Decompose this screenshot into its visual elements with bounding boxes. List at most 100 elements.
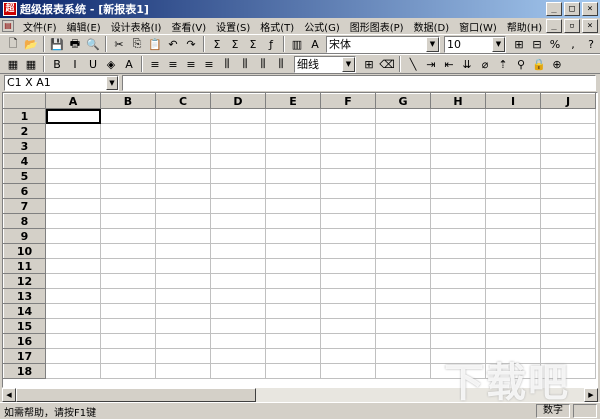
grid-cell[interactable]	[45, 303, 101, 319]
grid-cell[interactable]	[45, 258, 101, 274]
grid-cell[interactable]	[540, 153, 596, 169]
font-size-select[interactable]: 10 ▼	[444, 35, 506, 53]
chart-icon[interactable]: ▥	[288, 35, 306, 53]
grid-cell[interactable]	[265, 273, 321, 289]
sum-icon[interactable]: Σ	[208, 35, 226, 53]
column-header[interactable]: B	[100, 93, 156, 109]
chevron-down-icon[interactable]: ▼	[426, 36, 439, 52]
grid-cell[interactable]	[540, 363, 596, 379]
grid-cell[interactable]	[375, 213, 431, 229]
function-icon[interactable]: ƒ	[262, 35, 280, 53]
row-header[interactable]: 3	[3, 138, 46, 154]
grid-cell[interactable]	[540, 198, 596, 214]
line-style-select[interactable]: 细线 ▼	[294, 55, 356, 73]
grid-cell[interactable]	[430, 333, 486, 349]
grid-cell[interactable]	[430, 153, 486, 169]
grid-cell[interactable]	[430, 213, 486, 229]
grid-cell[interactable]	[265, 108, 321, 124]
grid-cell[interactable]	[375, 123, 431, 139]
row-header[interactable]: 18	[3, 363, 46, 379]
grid-cell[interactable]	[210, 288, 266, 304]
row-header[interactable]: 9	[3, 228, 46, 244]
grid-cell[interactable]	[540, 243, 596, 259]
grid-cell[interactable]	[320, 273, 376, 289]
grid-cell[interactable]	[45, 228, 101, 244]
menu-settings[interactable]: 设置(S)	[211, 19, 255, 34]
insert-col-icon[interactable]: ⇊	[458, 55, 476, 73]
grid-cell[interactable]	[100, 363, 156, 379]
row-header[interactable]: 2	[3, 123, 46, 139]
minimize-button[interactable]: _	[546, 2, 562, 16]
chevron-down-icon[interactable]: ▼	[492, 36, 505, 52]
grid-cell[interactable]	[155, 228, 211, 244]
grid-cell[interactable]	[430, 363, 486, 379]
copy-icon[interactable]: ⎘	[128, 35, 146, 53]
grid-cell[interactable]	[155, 273, 211, 289]
grid-cell[interactable]	[45, 348, 101, 364]
grid-cell[interactable]	[100, 348, 156, 364]
menu-window[interactable]: 窗口(W)	[454, 19, 502, 34]
grid-cell[interactable]	[320, 243, 376, 259]
grid-cell[interactable]	[375, 348, 431, 364]
print-icon[interactable]: 🖶	[66, 35, 84, 53]
grid-cell[interactable]	[100, 183, 156, 199]
grid-cell[interactable]	[540, 303, 596, 319]
grid-cell[interactable]	[100, 243, 156, 259]
grid-cell[interactable]	[265, 258, 321, 274]
grid-cell[interactable]	[45, 168, 101, 184]
grid-cell[interactable]	[155, 168, 211, 184]
grid-cell[interactable]	[155, 258, 211, 274]
grid-cell[interactable]	[320, 138, 376, 154]
menu-design-table[interactable]: 设计表格(I)	[106, 19, 167, 34]
grid-cell[interactable]	[375, 333, 431, 349]
save-icon[interactable]: 💾	[48, 35, 66, 53]
column-header[interactable]: D	[210, 93, 266, 109]
open-icon[interactable]: 📂	[22, 35, 40, 53]
grid-cell[interactable]	[100, 228, 156, 244]
menu-format[interactable]: 格式(T)	[255, 19, 299, 34]
grid-cell[interactable]	[265, 243, 321, 259]
grid-cell[interactable]	[430, 138, 486, 154]
grid-cell[interactable]	[320, 288, 376, 304]
grid-cell[interactable]	[540, 288, 596, 304]
row-header[interactable]: 15	[3, 318, 46, 334]
split-icon[interactable]: ⊟	[528, 35, 546, 53]
grid-cell[interactable]	[265, 228, 321, 244]
row-header[interactable]: 7	[3, 198, 46, 214]
grid-cell[interactable]	[320, 258, 376, 274]
grid-cell[interactable]	[155, 363, 211, 379]
grid-cell[interactable]	[430, 183, 486, 199]
row-header[interactable]: 11	[3, 258, 46, 274]
grid-cell[interactable]	[265, 168, 321, 184]
grid-cell[interactable]	[540, 318, 596, 334]
insert-row-icon[interactable]: ⇥	[422, 55, 440, 73]
comma-icon[interactable]: ,	[564, 35, 582, 53]
merge-icon[interactable]: ⊞	[510, 35, 528, 53]
grid-cell[interactable]	[210, 228, 266, 244]
grid-cell[interactable]	[540, 228, 596, 244]
italic-icon[interactable]: I	[66, 55, 84, 73]
grid-cell[interactable]	[265, 198, 321, 214]
grid-cell[interactable]	[265, 123, 321, 139]
grid-cell[interactable]	[485, 333, 541, 349]
zoom-icon[interactable]: ⊕	[548, 55, 566, 73]
grid-cell[interactable]	[100, 198, 156, 214]
bold-icon[interactable]: B	[48, 55, 66, 73]
grid-cell[interactable]	[210, 153, 266, 169]
grid-cell[interactable]	[540, 348, 596, 364]
grid-cell[interactable]	[210, 348, 266, 364]
grid-cell[interactable]	[100, 153, 156, 169]
font-color-icon[interactable]: A	[120, 55, 138, 73]
grid-cell[interactable]	[485, 243, 541, 259]
menu-data[interactable]: 数据(D)	[409, 19, 455, 34]
select-all-corner[interactable]	[3, 93, 46, 109]
grid-cell[interactable]	[375, 288, 431, 304]
grid-cell[interactable]	[540, 108, 596, 124]
grid-cell[interactable]	[45, 318, 101, 334]
grid-cell[interactable]	[375, 243, 431, 259]
grid-cell[interactable]	[45, 333, 101, 349]
grid-cell[interactable]	[45, 108, 101, 124]
grid-cell[interactable]	[100, 138, 156, 154]
grid-cell[interactable]	[210, 333, 266, 349]
grid-cell[interactable]	[375, 108, 431, 124]
